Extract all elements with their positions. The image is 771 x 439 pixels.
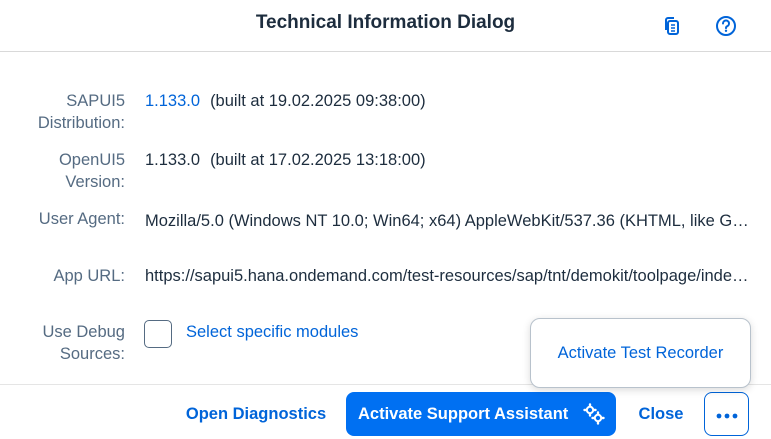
overflow-popover: Activate Test Recorder [530, 318, 751, 388]
close-button[interactable]: Close [626, 392, 696, 436]
sapui5-version-link[interactable]: 1.133.0 [145, 92, 200, 110]
copy-icon [662, 16, 682, 36]
activate-test-recorder-item[interactable]: Activate Test Recorder [531, 319, 750, 387]
user-agent-label: User Agent: [38, 210, 125, 228]
help-icon [715, 15, 737, 37]
select-specific-modules-link[interactable]: Select specific modules [186, 321, 358, 343]
user-agent-value: Mozilla/5.0 (Windows NT 10.0; Win64; x64… [145, 212, 753, 230]
debug-sources-checkbox[interactable] [144, 320, 172, 348]
open-diagnostics-button[interactable]: Open Diagnostics [176, 392, 336, 436]
app-url-label: App URL: [53, 267, 125, 285]
debug-sources-label: Use Debug Sources: [42, 323, 125, 363]
overflow-icon [716, 405, 738, 424]
openui5-version: 1.133.0 [145, 151, 201, 169]
technical-information-dialog: Technical Information Dialog SAPUI5 Dist… [0, 0, 771, 439]
activate-support-assistant-label: Activate Support Assistant [358, 404, 569, 423]
openui5-label: OpenUI5 Version: [58, 151, 125, 191]
dialog-footer: Open Diagnostics Activate Support Assist… [0, 384, 771, 439]
copy-button[interactable] [654, 8, 690, 44]
more-button[interactable] [704, 392, 749, 436]
help-button[interactable] [708, 8, 744, 44]
sapui5-value: 1.133.0 (built at 19.02.2025 09:38:00) [145, 90, 426, 112]
openui5-built: (built at 17.02.2025 13:18:00) [210, 151, 426, 169]
gears-icon [582, 403, 606, 430]
sapui5-label: SAPUI5 Distribution: [37, 92, 125, 132]
sapui5-built: (built at 19.02.2025 09:38:00) [210, 92, 426, 110]
app-url-value: https://sapui5.hana.ondemand.com/test-re… [145, 267, 753, 285]
dialog-header: Technical Information Dialog [0, 0, 771, 52]
openui5-value: 1.133.0 (built at 17.02.2025 13:18:00) [145, 149, 426, 171]
activate-support-assistant-button[interactable]: Activate Support Assistant [346, 392, 616, 436]
